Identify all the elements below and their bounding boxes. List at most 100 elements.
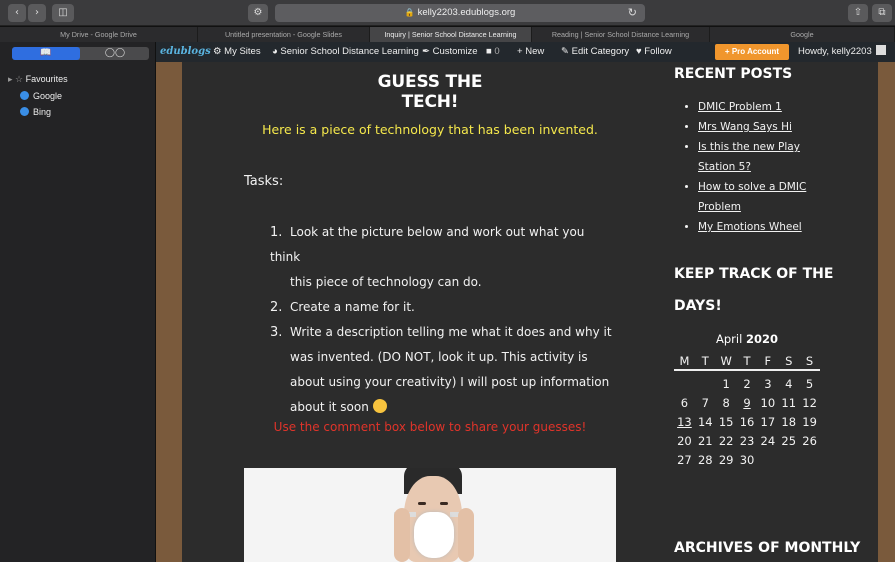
recent-post-link[interactable]: DMIC Problem 1	[698, 101, 782, 113]
tabs-overview-button[interactable]: ⧉	[872, 4, 892, 22]
bookmark-label: Google	[33, 91, 63, 101]
task-text: Write a description telling me what it d…	[290, 325, 612, 339]
my-sites-menu[interactable]: ⚙ My Sites	[213, 42, 261, 62]
site-name-menu[interactable]: ◕ Senior School Distance Learning	[272, 42, 419, 62]
calendar-weekday: M	[679, 354, 690, 368]
archives-heading: ARCHIVES OF MONTHLY	[674, 540, 861, 556]
forward-button[interactable]: ›	[28, 4, 46, 22]
bookmark-bing[interactable]: Bing	[20, 107, 51, 117]
settings-button[interactable]: ⚙	[248, 4, 268, 22]
calendar-weekday: F	[764, 354, 772, 368]
favourites-folder[interactable]: ▸ ☆ Favourites	[8, 74, 68, 85]
calendar-day: 3	[764, 377, 772, 391]
calendar-weekday: T	[701, 354, 709, 368]
calendar-day: 19	[802, 415, 817, 429]
calendar-day: 4	[785, 377, 793, 391]
tab-reading[interactable]: Reading | Senior School Distance Learnin…	[532, 27, 710, 42]
task-number: 3.	[270, 325, 283, 340]
calendar-day	[799, 451, 820, 470]
wood-border-left	[156, 62, 182, 562]
customize-link[interactable]: ✒ Customize	[422, 42, 477, 62]
task-text-cont: was invented. (DO NOT, look it up. This …	[290, 350, 588, 364]
calendar-weekday-row: MTWTFSS	[674, 352, 820, 371]
howdy-menu[interactable]: Howdy, kelly2203	[798, 42, 886, 62]
edit-category-link[interactable]: ✎ Edit Category	[561, 42, 629, 62]
tab-google-slides[interactable]: Untitled presentation - Google Slides	[198, 27, 370, 42]
favourites-label: Favourites	[25, 74, 68, 84]
calendar-day: 8	[722, 396, 730, 410]
calendar-day: 14	[697, 415, 713, 429]
calendar-week-row: 27 28 29 30	[674, 451, 820, 470]
reload-icon[interactable]: ↻	[628, 4, 637, 22]
post-intro: Here is a piece of technology that has b…	[262, 122, 598, 137]
calendar-weekday: W	[720, 354, 732, 368]
calendar-grid: M T W T F S S 1 2 3 4 5 6 7 8 9 10 11 12 13 14 15 16 17 18 19 20 21…	[674, 352, 820, 470]
recent-post-link[interactable]: My Emotions Wheel	[698, 221, 802, 233]
new-content-menu[interactable]: + New	[517, 42, 544, 62]
comments-count: 0	[494, 46, 500, 57]
tab-inquiry[interactable]: Inquiry | Senior School Distance Learnin…	[370, 27, 532, 42]
recent-post-link[interactable]: Station 5?	[698, 161, 751, 173]
post-title: GUESS THE TECH!	[377, 72, 483, 112]
pro-account-button[interactable]: + Pro Account	[715, 44, 789, 60]
bookmark-label: Bing	[33, 107, 52, 117]
calendar-heading-line2: DAYS!	[674, 298, 722, 314]
calendar-weekday: S	[805, 354, 814, 368]
back-button[interactable]: ‹	[8, 4, 26, 22]
url-text: kelly2203.edublogs.org	[417, 7, 516, 18]
recent-post-item: Mrs Wang Says Hi	[698, 117, 828, 137]
calendar-day: 24	[760, 434, 776, 448]
calendar-day: 11	[781, 396, 797, 410]
share-button[interactable]: ⇧	[848, 4, 868, 22]
calendar-day	[778, 451, 799, 470]
calendar-day: 6	[680, 396, 689, 410]
recent-post-item: My Emotions Wheel	[698, 217, 828, 237]
recent-post-link[interactable]: Is this the new Play	[698, 141, 800, 153]
edublogs-logo[interactable]: edublogs	[160, 42, 211, 62]
bookmarks-sidebar: 📖 ◯◯ ▸ ☆ Favourites Google Bing	[0, 42, 156, 562]
winking-emoji-icon	[372, 399, 387, 413]
calendar-caption: April 2020	[674, 332, 820, 346]
reading-list-icon[interactable]: ◯◯	[81, 47, 149, 60]
calendar-day	[757, 451, 778, 470]
dashboard-icon: ◕	[272, 46, 278, 57]
task-text-cont: about it soon	[290, 400, 369, 414]
image-hand	[394, 508, 410, 562]
calendar-day: 25	[781, 434, 797, 448]
disclosure-arrow-icon: ▸	[8, 74, 13, 84]
bookmark-google[interactable]: Google	[20, 91, 62, 101]
recent-post-item: DMIC Problem 1	[698, 97, 828, 117]
tab-google[interactable]: Google	[710, 27, 895, 42]
comments-link[interactable]: ■ 0	[486, 42, 500, 62]
calendar-day: 10	[760, 396, 776, 410]
bookmarks-icon[interactable]: 📖	[12, 47, 80, 60]
task-item: 2. Create a name for it.	[270, 295, 615, 320]
recent-post-link[interactable]: Problem	[698, 201, 741, 213]
recent-post-item: Is this the new Play Station 5?	[698, 137, 828, 177]
heart-icon: ♥	[636, 46, 642, 57]
calendar-day[interactable]: 13	[674, 413, 695, 432]
howdy-label: Howdy, kelly2203	[798, 46, 872, 57]
sidebar-toggle-button[interactable]: ◫	[52, 4, 74, 22]
calendar-week-row: 12345	[674, 375, 820, 394]
edit-category-label: Edit Category	[571, 46, 630, 57]
calendar-day[interactable]: 9	[737, 394, 758, 413]
browser-toolbar: ‹ › ◫ ⚙ 🔒 kelly2203.edublogs.org ↻ ⇧ ⧉	[0, 0, 895, 26]
image-mask-device	[414, 512, 454, 558]
plus-icon: +	[517, 46, 523, 57]
brush-icon: ✒	[422, 46, 430, 57]
calendar-day: 22	[718, 434, 734, 448]
recent-post-link[interactable]: How to solve a DMIC	[698, 181, 806, 193]
calendar-day	[674, 375, 695, 394]
calendar-day: 28	[697, 453, 713, 467]
follow-link[interactable]: ♥ Follow	[636, 42, 672, 62]
calendar-day: 1	[722, 377, 730, 391]
recent-post-link[interactable]: Mrs Wang Says Hi	[698, 121, 792, 133]
calendar-day: 20	[677, 434, 692, 448]
sites-icon: ⚙	[213, 46, 222, 57]
plus-icon: +	[724, 47, 730, 56]
tab-google-drive[interactable]: My Drive - Google Drive	[0, 27, 198, 42]
follow-label: Follow	[644, 46, 672, 57]
address-bar[interactable]: 🔒 kelly2203.edublogs.org ↻	[275, 4, 645, 22]
task-number: 1.	[270, 225, 283, 240]
